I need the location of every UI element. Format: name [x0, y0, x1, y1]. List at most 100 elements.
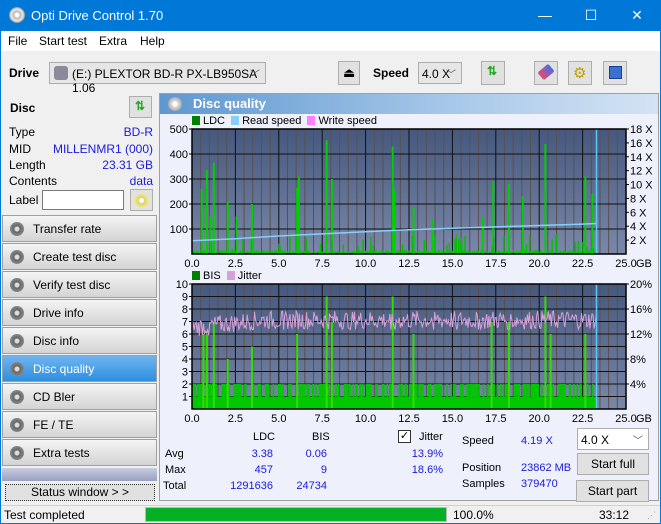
x-tick-label: 20.0 — [528, 258, 549, 269]
ldc-bar — [231, 248, 233, 254]
bis-bar — [490, 321, 493, 409]
menu-file[interactable]: File — [8, 34, 27, 48]
sidebar: Disc ⇅ Type BD-R MID MILLENMR1 (000) Lengt… — [2, 95, 157, 505]
title-bar: Opti Drive Control 1.70 — ☐ ✕ — [1, 0, 660, 31]
refresh-button[interactable]: ⇅ — [481, 61, 505, 85]
y2-tick-label: 16 X — [630, 138, 653, 150]
ldc-bar — [391, 146, 394, 254]
disc-quality-icon — [168, 97, 182, 111]
toolbar: Drive (E:) PLEXTOR BD-R PX-LB950SA 1.06 … — [1, 51, 660, 95]
test-speed-select[interactable]: 4.0 X ﹀ — [577, 428, 649, 450]
nav-label: Verify test disc — [33, 278, 111, 292]
resize-grip[interactable]: ⋰ — [647, 510, 656, 521]
ldc-bar — [454, 239, 456, 254]
start-part-button[interactable]: Start part — [576, 480, 649, 502]
ldc-bar — [586, 246, 589, 254]
samples-label: Samples — [462, 478, 505, 490]
mid-label: MID — [9, 142, 31, 156]
label-input[interactable] — [42, 190, 124, 210]
nav-disc-info[interactable]: Disc info — [2, 327, 157, 354]
ldc-bar — [491, 246, 494, 254]
speed-label: Speed — [373, 66, 410, 80]
y-tick-label: 3 — [182, 367, 188, 379]
nav-fe-te[interactable]: FE / TE — [2, 411, 157, 438]
x-tick-label: 22.5 — [572, 258, 593, 269]
y-tick-label: 5 — [182, 342, 188, 354]
menu-start-test[interactable]: Start test — [39, 34, 87, 48]
eject-button[interactable]: ⏏ — [338, 61, 360, 85]
menu-extra[interactable]: Extra — [99, 34, 127, 48]
ldc-bar — [464, 235, 466, 254]
bis-max: 9 — [320, 464, 327, 476]
nav-cd-bler[interactable]: CD Bler — [2, 383, 157, 410]
bis-bar — [205, 334, 208, 409]
nav-verify-test-disc[interactable]: Verify test disc — [2, 271, 157, 298]
x-tick-label: 5.0 — [271, 258, 286, 269]
ldc-bar — [401, 244, 404, 254]
elapsed-time: 33:12 — [599, 508, 630, 522]
bis-bar — [330, 321, 333, 409]
samples-value: 379470 — [521, 478, 558, 490]
ldc-bar — [305, 237, 307, 254]
ldc-bar — [492, 237, 495, 254]
panel-header: Disc quality — [160, 94, 658, 114]
ldc-chart: 500 400 300 200 100 0.0 2.5 5.0 7.5 10.0 12.5 15.0 1… — [170, 124, 654, 269]
disc-gear-icon — [10, 390, 24, 404]
ldc-bar — [521, 196, 524, 254]
nav-transfer-rate[interactable]: Transfer rate — [2, 215, 157, 242]
menu-bar: File Start test Extra Help — [1, 31, 660, 51]
disc-title: Disc — [10, 101, 36, 115]
ldc-avg: 3.38 — [251, 448, 273, 460]
bis-bar — [226, 359, 229, 409]
x-tick-label: 7.5 — [315, 413, 330, 424]
nav-disc-quality[interactable]: Disc quality — [2, 355, 157, 382]
app-window: Opti Drive Control 1.70 — ☐ ✕ File Start… — [1, 0, 660, 523]
minimize-button[interactable]: — — [522, 0, 568, 31]
y-tick-label: 400 — [170, 149, 188, 161]
length-value: 23.31 GB — [102, 158, 153, 172]
settings-button[interactable]: ⚙ — [568, 61, 592, 85]
nav-label: Drive info — [33, 306, 84, 320]
bis-bar — [202, 334, 205, 409]
disc-refresh-button[interactable]: ⇅ — [129, 96, 152, 118]
x-tick-label: 25.0 — [615, 258, 636, 269]
maximize-button[interactable]: ☐ — [568, 0, 614, 31]
ldc-bar — [446, 244, 448, 254]
save-button[interactable] — [603, 61, 627, 85]
close-button[interactable]: ✕ — [614, 0, 660, 31]
ldc-bar — [584, 176, 587, 254]
nav-create-test-disc[interactable]: Create test disc — [2, 243, 157, 270]
ldc-bar — [431, 219, 434, 254]
label-disc-button[interactable] — [130, 189, 153, 211]
erase-button[interactable] — [534, 61, 558, 85]
drive-select[interactable]: (E:) PLEXTOR BD-R PX-LB950SA 1.06 ﹀ — [49, 62, 266, 95]
y2-tick-label: 8 X — [630, 193, 647, 205]
progress-bar — [145, 507, 447, 522]
ldc-bar — [423, 240, 426, 254]
drive-select-value: (E:) PLEXTOR BD-R PX-LB950SA 1.06 — [72, 67, 257, 95]
x-tick-label: 12.5 — [398, 413, 419, 424]
jitter-checkbox[interactable]: ✓ — [398, 430, 411, 443]
status-bar: Test completed 100.0% 33:12 ⋰ — [1, 505, 660, 523]
y2-tick-label: 18 X — [630, 124, 653, 136]
ldc-bar — [372, 245, 374, 254]
menu-help[interactable]: Help — [140, 34, 165, 48]
y2-tick-label: 8% — [630, 354, 646, 366]
progress-percent: 100.0% — [453, 508, 494, 522]
disc-gear-icon — [10, 362, 24, 376]
disc-icon — [134, 193, 149, 208]
ldc-bar — [319, 243, 322, 254]
nav-extra-tests[interactable]: Extra tests — [2, 439, 157, 466]
x-tick-label: 17.5 — [485, 258, 506, 269]
ldc-bar — [555, 234, 558, 254]
start-full-button[interactable]: Start full — [577, 453, 649, 475]
nav-drive-info[interactable]: Drive info — [2, 299, 157, 326]
y-tick-label: 10 — [176, 279, 188, 291]
status-window-button[interactable]: Status window > > — [5, 484, 155, 501]
speed-select[interactable]: 4.0 X ﹀ — [418, 62, 462, 84]
nav-label: Create test disc — [33, 250, 117, 264]
col-bis-header: BIS — [312, 431, 330, 443]
disc-gear-icon — [10, 250, 24, 264]
type-label: Type — [9, 125, 36, 139]
nav-label: Disc info — [33, 334, 80, 348]
